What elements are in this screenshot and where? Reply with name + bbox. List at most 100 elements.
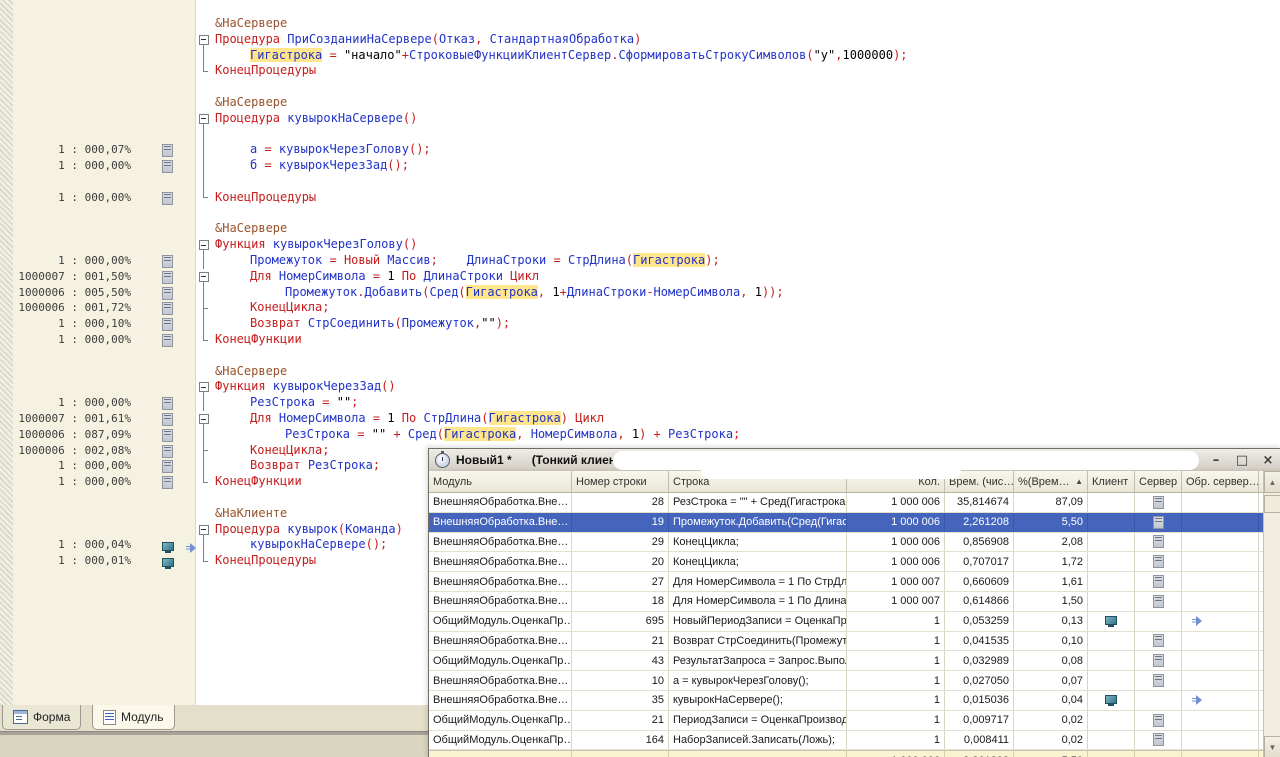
table-row[interactable]: ОбщийМодуль.ОценкаПр… 695 НовыйПериодЗапис…	[429, 611, 1264, 632]
code-token: (	[431, 31, 439, 46]
code-token: =	[315, 395, 337, 410]
cell-pct: 0,13	[1014, 611, 1088, 631]
table-row[interactable]: ОбщийМодуль.ОценкаПр… 21 ПериодЗаписи = Оц…	[429, 710, 1264, 731]
cell-server	[1135, 651, 1182, 671]
fold-toggle-icon[interactable]	[196, 521, 215, 538]
footer-cell-pct: 5,50	[1014, 751, 1088, 757]
footer-cell-count: 1 000 006	[847, 751, 945, 757]
fold-toggle-icon[interactable]	[196, 379, 215, 396]
fold-toggle-icon[interactable]	[196, 411, 215, 428]
code-token: =	[322, 47, 344, 62]
code-text: б = кувырокЧерезЗад();	[215, 158, 409, 174]
cell-client	[1088, 532, 1135, 552]
fold-gutter	[196, 490, 215, 506]
table-row[interactable]: ВнешняяОбработка.Вне… 35 кувырокНаСервере(…	[429, 690, 1264, 711]
cell-pct: 0,10	[1014, 631, 1088, 651]
server-icon	[1152, 535, 1164, 549]
fold-toggle-icon[interactable]	[196, 237, 215, 254]
server-icon	[162, 428, 173, 442]
table-row[interactable]: ВнешняяОбработка.Вне… 10 а = кувырокЧерезГ…	[429, 671, 1264, 691]
fold-toggle-icon[interactable]	[196, 268, 215, 286]
col-header-line[interactable]: Номер строки	[572, 471, 669, 492]
code-line: КонецФункции	[196, 332, 302, 348]
table-row[interactable]: ВнешняяОбработка.Вне… 28 РезСтрока = "" + …	[429, 493, 1264, 513]
code-text: КонецФункции	[215, 474, 302, 490]
code-text: КонецПроцедуры	[215, 190, 316, 206]
scroll-up-icon[interactable]: ▲	[1264, 471, 1280, 493]
fold-gutter	[196, 332, 215, 348]
code-token: РезСтрока	[250, 395, 316, 410]
cell-pct: 87,09	[1014, 493, 1088, 512]
code-token: (	[436, 426, 444, 441]
code-token: Промежуток	[285, 284, 358, 299]
code-token: КонецПроцедуры	[215, 63, 317, 78]
code-line: Промежуток.Добавить(Сред(Гигастрока, 1+Д…	[196, 284, 784, 301]
gutter-perf-value: 1 : 000,10%	[58, 317, 131, 331]
code-line	[196, 126, 215, 143]
table-row[interactable]: ВнешняяОбработка.Вне… 20 КонецЦикла; 1 000 …	[429, 552, 1264, 573]
cell-count: 1 000 006	[847, 512, 945, 532]
table-row[interactable]: ВнешняяОбработка.Вне… 21 Возврат СтрСоедин…	[429, 631, 1264, 652]
code-token: ДлинаСтроки	[566, 284, 647, 299]
gutter-perf-value: 1000006 : 005,50%	[18, 285, 131, 299]
table-row[interactable]: ВнешняяОбработка.Вне… 29 КонецЦикла; 1 000 …	[429, 532, 1264, 553]
col-header-server[interactable]: Сервер	[1135, 471, 1182, 492]
server-icon	[162, 476, 173, 490]
close-icon[interactable]: ×	[1261, 453, 1275, 468]
table-row[interactable]: ВнешняяОбработка.Вне… 19 Промежуток.Добави…	[429, 512, 1264, 533]
fold-toggle-icon[interactable]	[196, 31, 215, 49]
col-header-call[interactable]: Обр. сервер…	[1182, 471, 1259, 492]
code-token: ;	[351, 395, 359, 410]
cell-module: ВнешняяОбработка.Вне…	[429, 532, 572, 552]
tab-form[interactable]: Форма	[2, 705, 82, 730]
col-header-client[interactable]: Клиент	[1088, 471, 1135, 492]
code-line: Функция кувырокЧерезГолову()	[196, 237, 417, 254]
col-header-module[interactable]: Модуль	[429, 471, 572, 492]
table-row[interactable]: ОбщийМодуль.ОценкаПр… 164 НаборЗаписей.Зап…	[429, 730, 1264, 751]
table-row[interactable]: ВнешняяОбработка.Вне… 27 Для НомерСимвола …	[429, 572, 1264, 592]
gutter-perf-value: 1 : 000,00%	[58, 190, 131, 204]
code-token: &НаСервере	[215, 363, 288, 378]
cell-pct: 0,02	[1014, 710, 1088, 730]
table-row[interactable]: ОбщийМодуль.ОценкаПр… 43 РезультатЗапроса …	[429, 651, 1264, 672]
code-text: КонецПроцедуры	[215, 553, 316, 569]
code-token: Добавить	[364, 284, 423, 299]
code-token: НомерСимвола	[653, 284, 741, 299]
fold-toggle-icon[interactable]	[196, 110, 215, 128]
col-header-pct[interactable]: %(Врем… ▲	[1014, 471, 1088, 492]
fold-gutter	[196, 47, 215, 64]
cell-client	[1088, 611, 1135, 631]
code-token: кувырок	[287, 521, 338, 536]
col-header-label: Обр. сервер…	[1186, 475, 1259, 488]
scrollbar-thumb[interactable]	[1264, 495, 1280, 513]
vertical-scrollbar[interactable]: ▲ ▼	[1263, 471, 1280, 757]
scroll-down-icon[interactable]: ▼	[1264, 736, 1280, 757]
fold-gutter	[196, 553, 215, 569]
code-text: &НаСервере	[215, 221, 287, 237]
call-icon	[1192, 616, 1204, 627]
tab-module[interactable]: Модуль	[92, 705, 175, 730]
cell-pct: 2,08	[1014, 532, 1088, 552]
server-icon	[162, 191, 173, 205]
code-token: &НаСервере	[215, 221, 288, 236]
code-token: 1	[754, 284, 762, 299]
footer-cell-line	[572, 751, 669, 757]
server-icon	[162, 144, 173, 158]
minimize-icon[interactable]: –	[1209, 453, 1223, 468]
cell-module: ВнешняяОбработка.Вне…	[429, 572, 572, 591]
cell-module: ВнешняяОбработка.Вне…	[429, 493, 572, 512]
cell-code: РезСтрока = "" + Сред(Гигастрока, Но…	[669, 493, 847, 512]
table-row[interactable]: ВнешняяОбработка.Вне… 18 Для НомерСимвола …	[429, 591, 1264, 612]
cell-server	[1135, 671, 1182, 690]
maximize-icon[interactable]: □	[1235, 453, 1249, 468]
cell-count: 1	[847, 710, 945, 730]
cell-code: кувырокНаСервере();	[669, 690, 847, 710]
gutter-perf-value: 1 : 000,00%	[58, 159, 131, 173]
code-token: КонецПроцедуры	[215, 553, 317, 568]
footer-cell-module	[429, 751, 572, 757]
cell-server	[1135, 572, 1182, 591]
code-token: НомерСимвола	[278, 268, 366, 283]
gutter-perf-value: 1 : 000,00%	[58, 333, 131, 346]
code-token: ДлинаСтроки	[466, 253, 547, 267]
